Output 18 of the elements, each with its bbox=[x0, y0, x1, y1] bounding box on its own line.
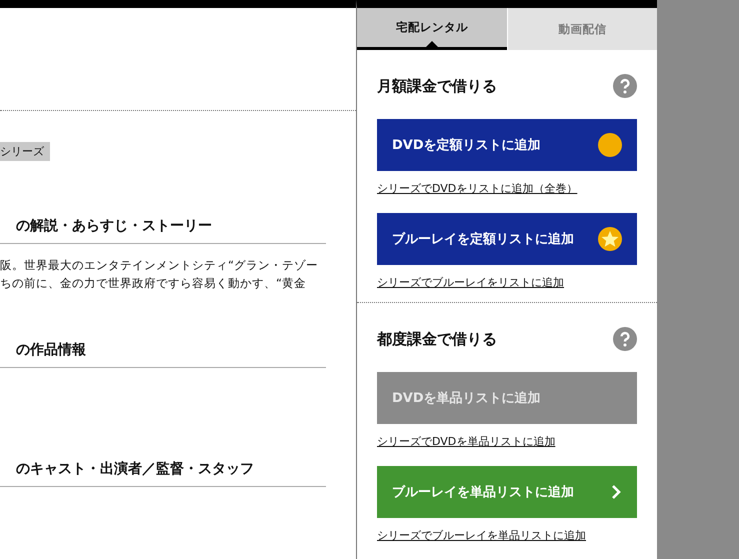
series-tag: シリーズ bbox=[0, 142, 50, 161]
section-title: 月額課金で借りる bbox=[377, 76, 497, 96]
chevron-right-icon bbox=[610, 484, 622, 500]
help-icon[interactable] bbox=[613, 74, 637, 98]
section-heading: のキャスト・出演者／監督・スタッフ bbox=[0, 459, 326, 487]
section-title: 都度課金で借りる bbox=[377, 330, 497, 348]
section-heading: の作品情報 bbox=[0, 340, 326, 368]
synopsis-text: 阪。世界最大のエンタテインメントシティ“グラン・テゾー ちの前に、金の力で世界政府ですら容易く動かす、“黄金 bbox=[0, 257, 319, 292]
coin-icon bbox=[598, 133, 622, 157]
add-to-list-button[interactable]: DVDを定額リストに追加 bbox=[377, 119, 637, 171]
section-heading: の解説・あらすじ・ストーリー bbox=[0, 216, 326, 244]
series-link[interactable]: シリーズでブルーレイをリストに追加 bbox=[377, 276, 564, 290]
add-to-list-button[interactable]: ブルーレイを単品リストに追加 bbox=[377, 466, 637, 518]
series-link[interactable]: シリーズでDVDをリストに追加（全巻） bbox=[377, 182, 578, 196]
add-to-list-button[interactable]: ブルーレイを定額リストに追加 bbox=[377, 213, 637, 265]
tab[interactable]: 宅配レンタル bbox=[357, 8, 506, 50]
series-link[interactable]: シリーズでブルーレイを単品リストに追加 bbox=[377, 529, 586, 543]
help-icon[interactable] bbox=[613, 327, 637, 351]
